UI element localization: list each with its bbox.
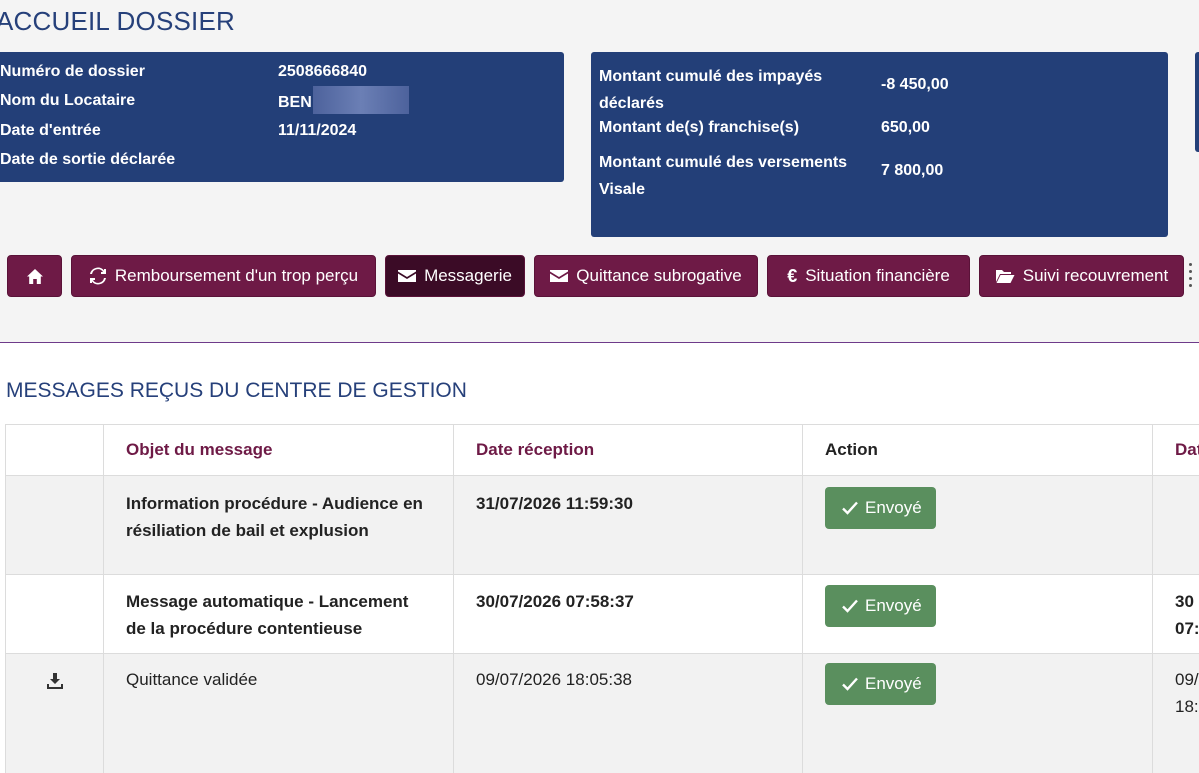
page-title: ACCUEIL DOSSIER (0, 6, 235, 36)
quittance-button[interactable]: Quittance subrogative (534, 255, 758, 297)
download-cell[interactable] (5, 653, 104, 773)
messages-table: Objet du message Date réception Action D… (5, 424, 1199, 773)
info-panel-edge (1195, 52, 1199, 152)
download-icon[interactable] (46, 672, 64, 690)
versements-label: Montant cumulé des versements Visale (599, 154, 848, 198)
action-cell: Envoyé (802, 475, 1153, 575)
quittance-label: Quittance subrogative (576, 266, 742, 285)
home-button[interactable] (7, 255, 62, 297)
check-icon (842, 599, 858, 613)
message-date: 30/07/2026 07:58:37 (453, 574, 803, 654)
messagerie-button[interactable]: Messagerie (385, 255, 525, 297)
dossier-info-panel: Numéro de dossier 2508666840 Nom du Loca… (0, 52, 564, 182)
entree-value: 11/11/2024 (278, 122, 357, 139)
message-subject[interactable]: Information procédure - Audience en rési… (103, 475, 454, 575)
section-title: MESSAGES REÇUS DU CENTRE DE GESTION (6, 379, 467, 402)
messagerie-label: Messagerie (424, 266, 512, 285)
remboursement-button[interactable]: Remboursement d'un trop perçu (71, 255, 376, 297)
refresh-icon (89, 267, 106, 285)
message-date: 31/07/2026 11:59:30 (453, 475, 803, 575)
more-menu-icon[interactable] (1189, 263, 1193, 291)
message-subject[interactable]: Quittance validée (103, 653, 454, 773)
situation-label: Situation financière (805, 266, 950, 285)
table-row[interactable]: Message automatique - Lancement de la pr… (5, 574, 1199, 654)
locataire-label: Nom du Locataire (0, 92, 136, 109)
table-row[interactable]: Information procédure - Audience en rési… (5, 475, 1199, 575)
franchise-value: 650,00 (881, 119, 930, 136)
envelope-icon (550, 270, 569, 282)
col-header-blank (5, 424, 104, 476)
extra-date-cell: 30 07: (1152, 574, 1199, 654)
home-icon (26, 268, 43, 284)
numero-value: 2508666840 (278, 63, 367, 80)
remboursement-label: Remboursement d'un trop perçu (114, 266, 359, 285)
impayes-value: -8 450,00 (881, 76, 949, 93)
euro-icon: € (787, 265, 798, 286)
sent-badge: Envoyé (825, 585, 936, 627)
franchise-label: Montant de(s) franchise(s) (599, 119, 800, 136)
envelope-icon (398, 270, 417, 282)
sent-badge: Envoyé (825, 663, 936, 705)
action-cell: Envoyé (802, 574, 1153, 654)
col-header-date-2[interactable]: Dat (1152, 424, 1199, 476)
action-cell: Envoyé (802, 653, 1153, 773)
row-blank-cell (5, 475, 104, 575)
check-icon (842, 677, 858, 691)
col-header-action: Action (802, 424, 1153, 476)
situation-button[interactable]: € Situation financière (767, 255, 970, 297)
numero-label: Numéro de dossier (0, 63, 145, 80)
suivi-label: Suivi recouvrement (1022, 266, 1169, 285)
messages-section: MESSAGES REÇUS DU CENTRE DE GESTION Obje… (0, 342, 1199, 773)
versements-value: 7 800,00 (881, 162, 944, 179)
locataire-value: BEN (278, 86, 409, 114)
col-header-objet[interactable]: Objet du message (103, 424, 454, 476)
message-date: 09/07/2026 18:05:38 (453, 653, 803, 773)
redacted-block (312, 86, 409, 114)
entree-label: Date d'entrée (0, 122, 101, 139)
montants-info-panel: Montant cumulé des impayés déclarés -8 4… (591, 52, 1168, 237)
folder-open-icon (995, 270, 1015, 283)
sortie-label: Date de sortie déclarée (0, 151, 176, 168)
extra-date-cell (1152, 475, 1199, 575)
check-icon (842, 501, 858, 515)
row-blank-cell (5, 574, 104, 654)
suivi-button[interactable]: Suivi recouvrement (979, 255, 1184, 297)
sent-badge: Envoyé (825, 487, 936, 529)
impayes-label: Montant cumulé des impayés déclarés (599, 68, 823, 112)
extra-date-cell: 09/18: (1152, 653, 1199, 773)
message-subject[interactable]: Message automatique - Lancement de la pr… (103, 574, 454, 654)
col-header-date[interactable]: Date réception (453, 424, 803, 476)
table-row[interactable]: Quittance validée 09/07/2026 18:05:38 En… (5, 653, 1199, 773)
